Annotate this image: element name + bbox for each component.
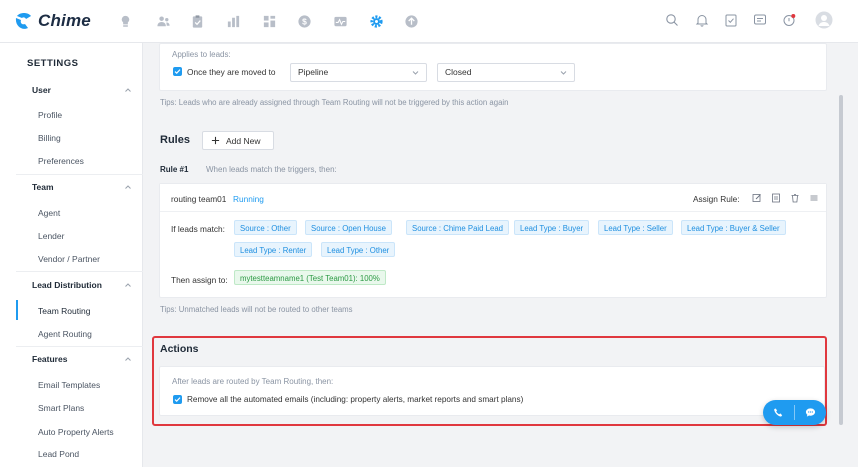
then-assign-label: Then assign to:: [171, 275, 228, 285]
rule-name: routing team01: [171, 194, 227, 204]
add-new-label: Add New: [226, 135, 261, 146]
if-match-label: If leads match:: [171, 224, 225, 234]
active-indicator: [16, 300, 18, 320]
chat-bubble-icon: [805, 408, 816, 417]
rule-card: routing team01 Running Assign Rule: If l…: [159, 183, 827, 298]
rules-title: Rules: [160, 134, 190, 146]
tag-source-other[interactable]: Source : Other: [234, 220, 297, 235]
sidebar-group-lead-distribution[interactable]: Lead Distribution: [32, 280, 102, 290]
avatar-icon[interactable]: [815, 11, 833, 29]
remove-emails-label: Remove all the automated emails (includi…: [187, 395, 524, 404]
sidebar-item-lender[interactable]: Lender: [38, 231, 64, 241]
sidebar-item-agent-routing[interactable]: Agent Routing: [38, 329, 92, 339]
tips-already-assigned: Tips: Leads who are already assigned thr…: [160, 98, 509, 107]
tag-lead-type-renter[interactable]: Lead Type : Renter: [234, 242, 313, 257]
sidebar-divider: [16, 174, 143, 175]
sidebar-item-team-routing[interactable]: Team Routing: [38, 306, 90, 316]
tag-lead-type-other[interactable]: Lead Type : Other: [321, 242, 396, 257]
lightbulb-icon[interactable]: [117, 13, 133, 29]
stage-select-value: Closed: [445, 67, 472, 77]
tag-lead-type-buyer[interactable]: Lead Type : Buyer: [514, 220, 590, 235]
chat-button[interactable]: [795, 400, 826, 425]
tag-lead-type-seller[interactable]: Lead Type : Seller: [598, 220, 673, 235]
sidebar-item-lead-pond[interactable]: Lead Pond: [38, 449, 79, 459]
people-icon[interactable]: [155, 13, 171, 29]
plus-icon: [211, 136, 220, 145]
call-button[interactable]: [763, 400, 794, 425]
moved-to-checkbox[interactable]: [173, 67, 182, 76]
sidebar-item-profile[interactable]: Profile: [38, 110, 62, 120]
sidebar-divider: [16, 271, 143, 272]
chevron-up-icon[interactable]: [124, 86, 132, 94]
phone-icon: [774, 408, 783, 417]
actions-card: After leads are routed by Team Routing, …: [159, 366, 825, 416]
dollar-icon[interactable]: $: [296, 13, 312, 29]
tips-unmatched: Tips: Unmatched leads will not be routed…: [160, 305, 353, 314]
chevron-down-icon: [412, 71, 419, 75]
pipeline-select-value: Pipeline: [298, 67, 329, 77]
sidebar-group-features[interactable]: Features: [32, 354, 67, 364]
chime-logo-icon: [15, 13, 31, 29]
assignee-tag[interactable]: mytestteamname1 (Test Team01): 100%: [234, 270, 386, 285]
tag-source-chime-paid-lead[interactable]: Source : Chime Paid Lead: [406, 220, 510, 235]
main-content: Applies to leads: Once they are moved to…: [143, 43, 843, 467]
page-scrollbar-thumb[interactable]: [839, 95, 843, 425]
moved-to-label: Once they are moved to: [187, 67, 276, 77]
remove-emails-checkbox[interactable]: [173, 395, 182, 404]
check-icon: [174, 69, 181, 75]
checklist-icon[interactable]: [724, 13, 740, 29]
contact-fab: [763, 400, 826, 425]
settings-sidebar: SETTINGS User Profile Billing Preference…: [0, 43, 143, 467]
sidebar-item-agent[interactable]: Agent: [38, 208, 60, 218]
actions-title: Actions: [160, 343, 199, 355]
chevron-up-icon[interactable]: [124, 183, 132, 191]
sidebar-item-email-templates[interactable]: Email Templates: [38, 380, 100, 390]
stage-select[interactable]: Closed: [437, 63, 575, 82]
applies-card: Applies to leads: Once they are moved to…: [159, 43, 827, 91]
sidebar-item-preferences[interactable]: Preferences: [38, 156, 84, 166]
logo[interactable]: Chime: [14, 11, 91, 31]
document-icon[interactable]: [771, 193, 781, 203]
clipboard-icon[interactable]: [189, 13, 205, 29]
notification-icon[interactable]: [782, 13, 798, 29]
chevron-down-icon: [560, 71, 567, 75]
message-icon[interactable]: [753, 13, 769, 29]
actions-description: After leads are routed by Team Routing, …: [172, 377, 334, 386]
chevron-up-icon[interactable]: [124, 355, 132, 363]
grid-icon[interactable]: [261, 13, 277, 29]
edit-icon[interactable]: [752, 193, 762, 203]
page-scrollbar-track[interactable]: [843, 43, 858, 467]
gear-icon[interactable]: [368, 13, 384, 29]
sidebar-title: SETTINGS: [27, 58, 79, 69]
sidebar-group-user[interactable]: User: [32, 85, 51, 95]
pulse-icon[interactable]: [332, 13, 348, 29]
top-nav: Chime $: [0, 0, 858, 43]
add-new-button[interactable]: Add New: [202, 131, 274, 150]
sidebar-item-smart-plans[interactable]: Smart Plans: [38, 403, 84, 413]
status-badge: Running: [233, 194, 264, 204]
sidebar-item-auto-property-alerts[interactable]: Auto Property Alerts: [38, 427, 114, 437]
check-icon: [174, 397, 181, 403]
brand-name: Chime: [38, 11, 91, 30]
rule-number: Rule #1: [160, 165, 189, 174]
rule-description: When leads match the triggers, then:: [206, 165, 337, 174]
upload-icon[interactable]: [403, 13, 419, 29]
sidebar-group-team[interactable]: Team: [32, 182, 54, 192]
trash-icon[interactable]: [790, 193, 800, 203]
sidebar-divider: [16, 346, 143, 347]
search-icon[interactable]: [665, 13, 681, 29]
drag-handle-icon[interactable]: [809, 193, 819, 203]
pipeline-select[interactable]: Pipeline: [290, 63, 427, 82]
sidebar-item-vendor-partner[interactable]: Vendor / Partner: [38, 254, 100, 264]
assign-rule-label: Assign Rule:: [693, 194, 740, 204]
svg-text:$: $: [302, 16, 307, 26]
bar-chart-icon[interactable]: [225, 13, 241, 29]
applies-label: Applies to leads:: [172, 50, 231, 59]
chevron-up-icon[interactable]: [124, 281, 132, 289]
tag-lead-type-buyer-seller[interactable]: Lead Type : Buyer & Seller: [681, 220, 786, 235]
tag-source-open-house[interactable]: Source : Open House: [305, 220, 392, 235]
sidebar-item-billing[interactable]: Billing: [38, 133, 61, 143]
bell-icon[interactable]: [695, 13, 711, 29]
